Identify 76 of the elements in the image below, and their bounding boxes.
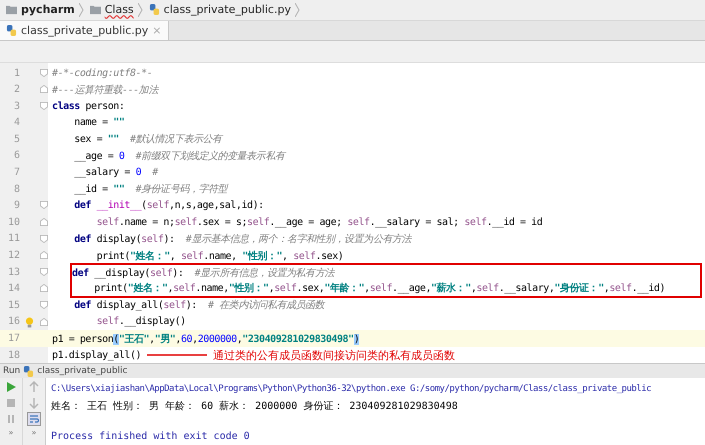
breadcrumb-item[interactable]: Class — [104, 3, 134, 16]
fold-marker-icon[interactable] — [40, 102, 48, 110]
annotation-line — [147, 353, 208, 358]
code-line: def __init__(self,n,s,age,sal,id): — [73, 200, 264, 212]
run-label: Run — [3, 366, 20, 376]
soft-wrap-icon[interactable] — [28, 413, 40, 426]
chevron-icon — [78, 2, 84, 17]
stop-icon[interactable] — [5, 397, 17, 410]
line-number: 9 — [12, 200, 20, 212]
code-line: def display_all(self): # 在类内访问私有成员函数 — [73, 298, 324, 312]
code-line: __age = 0 #前缀双下划线定义的变量表示私有 — [73, 150, 284, 163]
line-number: 17 — [6, 333, 20, 344]
code-line: __salary = 0 # — [73, 167, 158, 178]
python-file-icon — [23, 366, 34, 377]
line-number: 16 — [6, 316, 20, 328]
fold-marker-icon[interactable] — [40, 85, 48, 94]
fold-marker-icon[interactable] — [40, 284, 48, 292]
line-number: 15 — [6, 300, 20, 311]
code-line: sex = "" #默认情况下表示公有 — [73, 132, 222, 146]
run-config-name[interactable]: class_private_public — [37, 366, 128, 376]
line-number: 3 — [12, 100, 20, 112]
chevron-icon — [294, 2, 300, 17]
code-line: name = "" — [73, 117, 124, 128]
pause-icon[interactable] — [5, 413, 17, 426]
folder-icon — [6, 4, 17, 16]
line-number: 1 — [12, 68, 20, 78]
code-line: def __display(self): #显示所有信息，设置为私有方法 — [72, 266, 334, 280]
line-number: 4 — [12, 117, 20, 128]
line-number: 14 — [6, 283, 20, 294]
up-arrow-icon[interactable] — [28, 381, 40, 394]
line-number: 18 — [6, 350, 20, 361]
file-tab[interactable]: class_private_public.py × — [0, 20, 169, 40]
run-icon[interactable] — [5, 381, 17, 394]
code-line: print("姓名：", self.name, "性别：", self.sex) — [96, 250, 344, 263]
code-line: def display(self): #显示基本信息，两个：名字和性别，设置为公有方法 — [73, 232, 411, 246]
line-number: 10 — [6, 216, 20, 228]
fold-marker-icon[interactable] — [40, 301, 48, 310]
fold-marker-icon[interactable] — [40, 68, 48, 77]
lightbulb-icon[interactable] — [25, 316, 34, 328]
line-number: 7 — [12, 167, 20, 178]
fold-marker-icon[interactable] — [40, 218, 48, 226]
breadcrumb-item[interactable]: pycharm — [21, 3, 75, 16]
fold-marker-icon[interactable] — [40, 251, 48, 260]
code-line: print("姓名：",self.name,"性别：",self.sex,"年龄：",self.__age,"薪水：",self.__salary,"身份证：",self.__id) — [93, 282, 666, 295]
line-number: 13 — [6, 266, 20, 278]
more-button[interactable]: » — [32, 429, 36, 438]
code-line: self.name = n;self.sex = s;self.__age = age; self.__salary = sal; self.__id = id — [96, 216, 542, 228]
code-line: #-*-coding:utf8-*- — [52, 68, 152, 78]
code-line: #---运算符重载---加法 — [52, 84, 158, 97]
more-button[interactable]: » — [8, 429, 14, 438]
line-number: 11 — [6, 233, 20, 244]
breadcrumb-item[interactable]: class_private_public.py — [164, 3, 291, 16]
console-output: 姓名： 王石 性别： 男 年龄： 60 薪水： 2000000 身份证： 230409281029830498 — [51, 400, 459, 414]
fold-marker-icon[interactable] — [40, 268, 48, 276]
fold-marker-icon[interactable] — [40, 234, 48, 243]
code-line: p1.display_all() — [52, 350, 142, 361]
line-number: 8 — [12, 184, 20, 195]
console-command: C:\Users\xiajiashan\AppData\Local\Programs\Python\Python36-32\python.exe G:/somy/python/pycharm/Class/class_private_public — [51, 383, 652, 396]
chevron-icon — [138, 2, 143, 17]
python-file-icon — [6, 24, 17, 36]
python-file-icon — [148, 4, 160, 16]
down-arrow-icon[interactable] — [28, 397, 40, 410]
code-line: p1 = person("王石","男",60,2000000,"230409281029830498") — [52, 332, 360, 346]
code-line: __id = "" #身份证号码，字符型 — [73, 182, 228, 196]
tab-label: class_private_public.py — [21, 24, 148, 37]
fold-marker-icon[interactable] — [40, 318, 48, 326]
code-line: class person: — [52, 100, 124, 112]
line-number: 2 — [12, 84, 20, 96]
code-line: self.__display() — [96, 316, 186, 328]
folder-icon — [90, 4, 101, 16]
console-exit-message: Process finished with exit code 0 — [51, 430, 251, 444]
line-number: 5 — [12, 134, 20, 145]
annotation-text: 通过类的公有成员函数间接访问类的私有成员函数 — [213, 348, 456, 363]
fold-marker-icon[interactable] — [40, 201, 48, 210]
line-number: 6 — [12, 150, 20, 162]
line-number: 12 — [6, 250, 20, 262]
